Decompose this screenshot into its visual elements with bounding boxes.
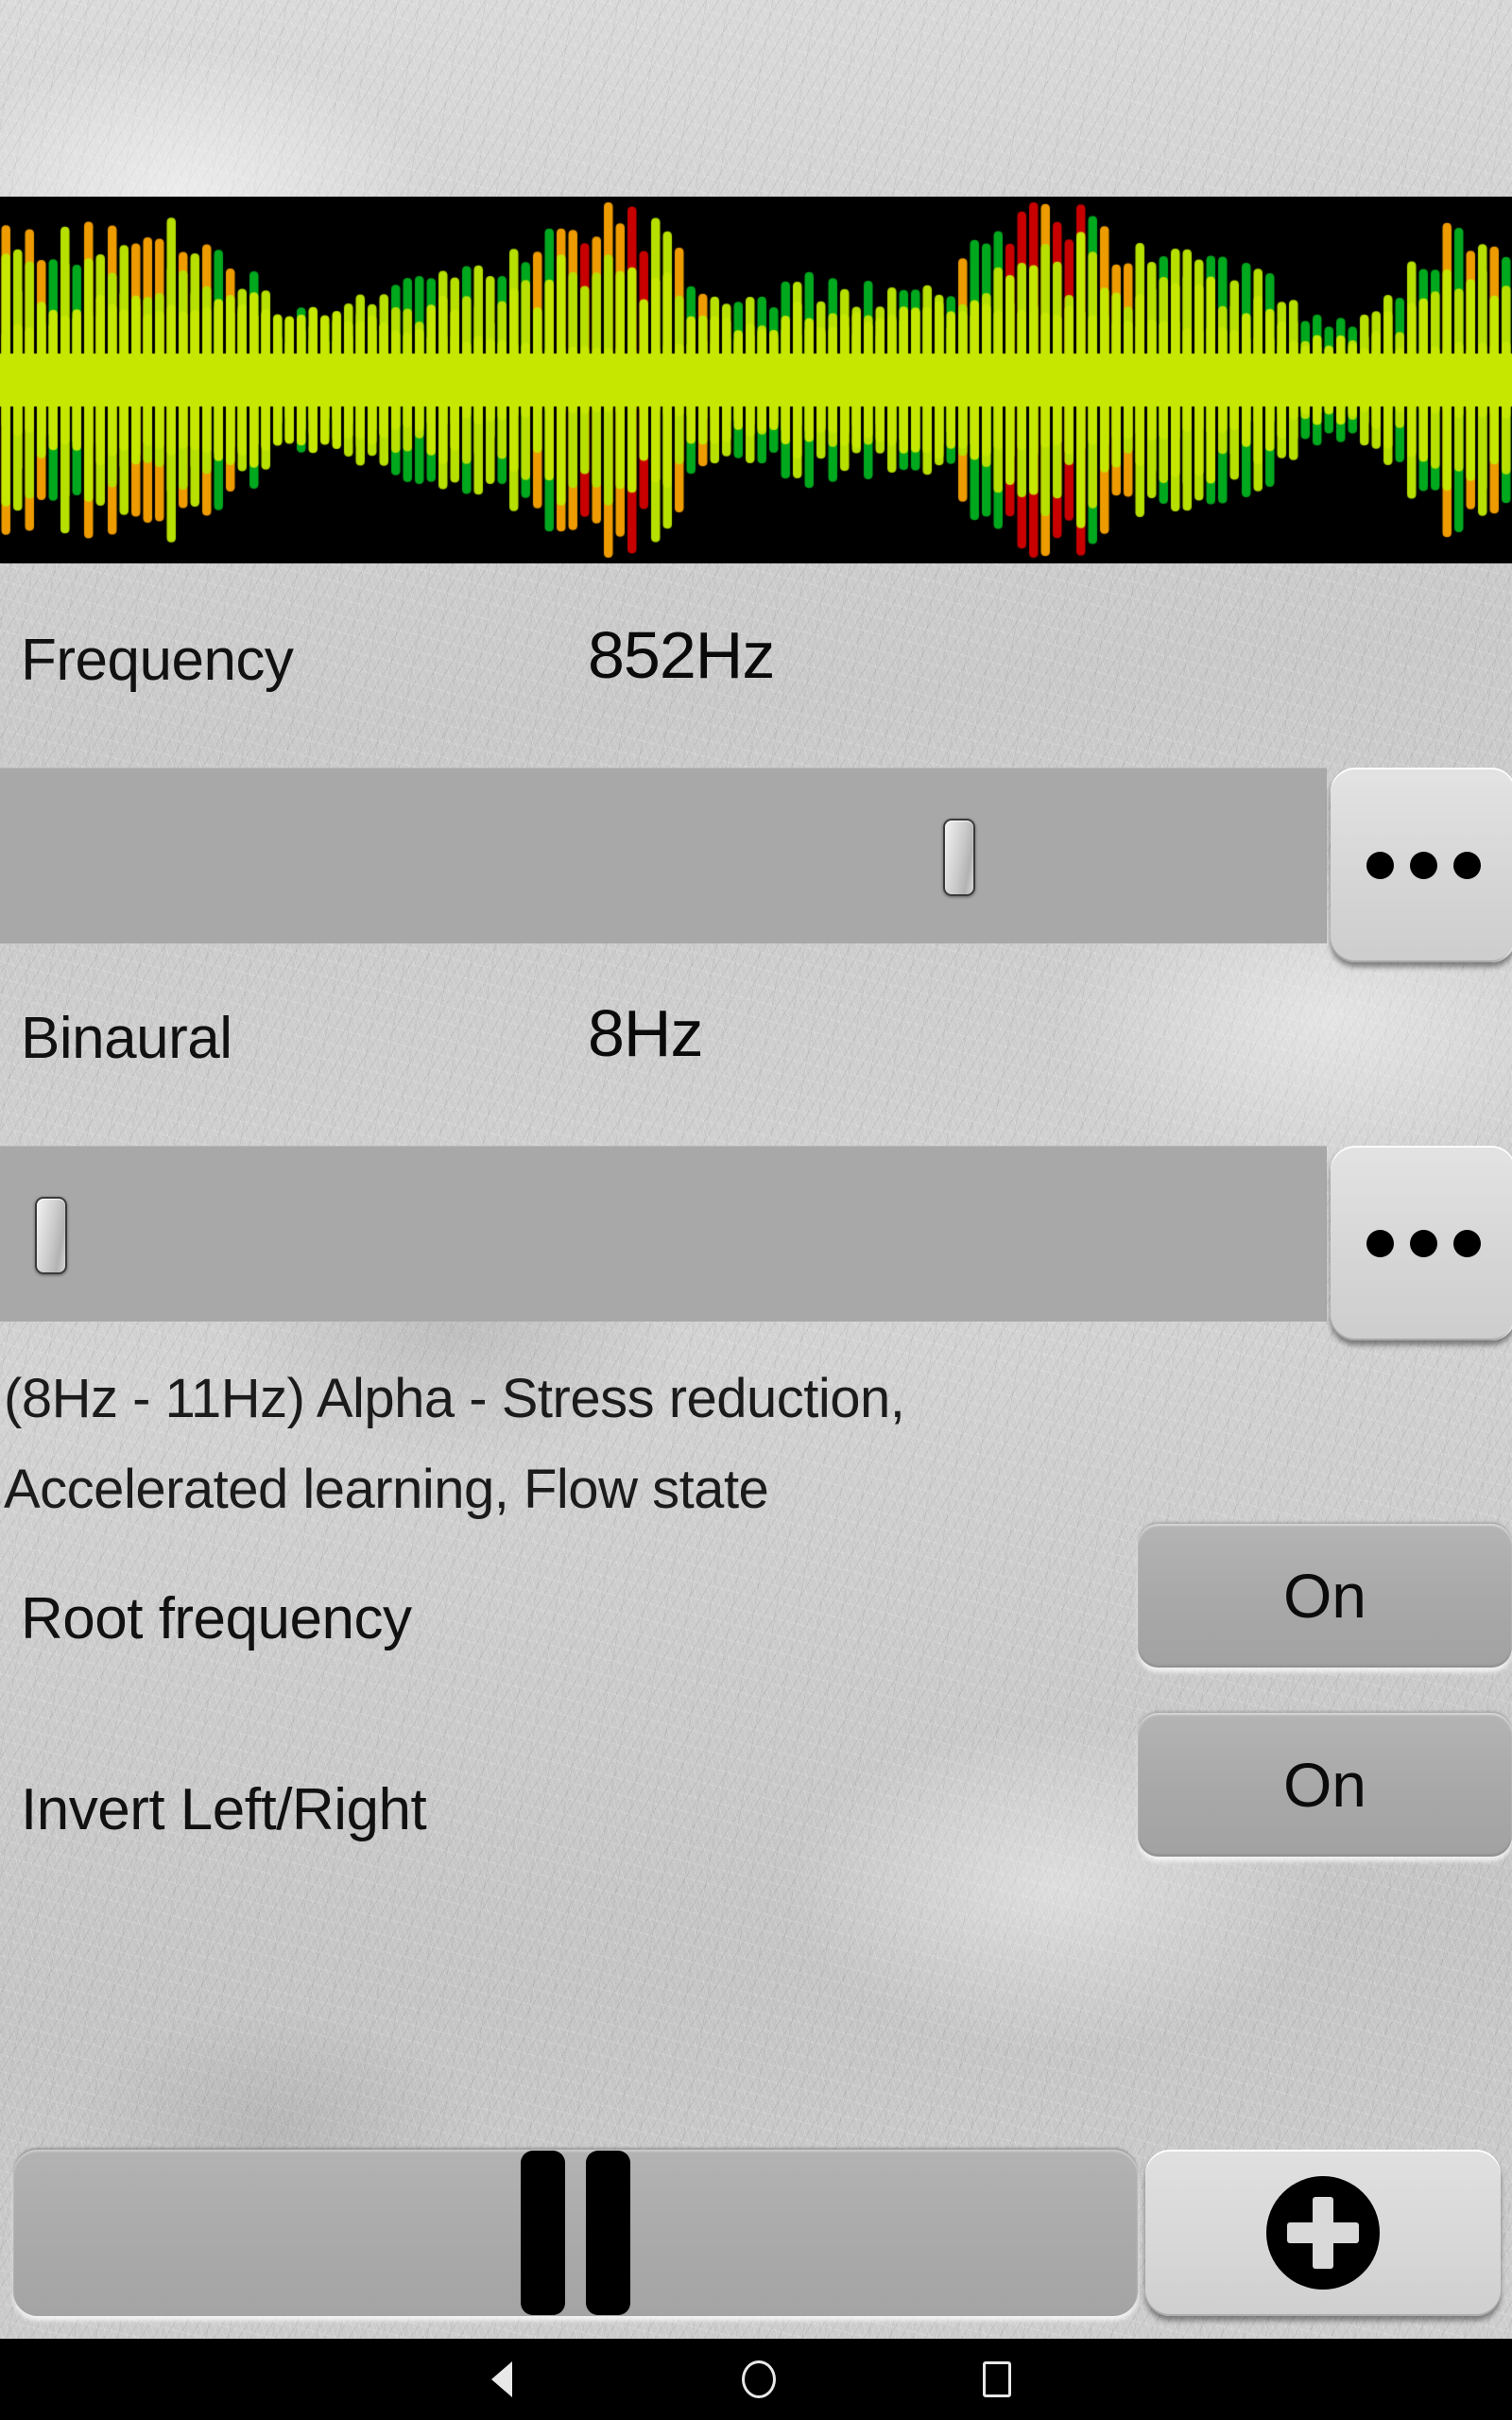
binaural-slider-thumb[interactable] — [35, 1197, 68, 1274]
brainwave-description: (8Hz - 11Hz) Alpha - Stress reduction, A… — [4, 1354, 1355, 1535]
dot-icon — [1452, 1229, 1481, 1257]
invert-left-right-toggle-value: On — [1282, 1750, 1367, 1820]
pause-bar-left — [521, 2151, 565, 2315]
add-button[interactable] — [1145, 2150, 1501, 2316]
nav-home-button[interactable] — [742, 2360, 776, 2398]
invert-left-right-label: Invert Left/Right — [21, 1777, 427, 1842]
app-root: Frequency 852Hz Binaural 8Hz (8Hz - 11Hz… — [0, 0, 1512, 2420]
pause-bar-right — [586, 2151, 630, 2315]
frequency-value: 852Hz — [588, 618, 775, 692]
android-navigation-bar — [0, 2339, 1512, 2420]
dot-icon — [1409, 851, 1437, 879]
plus-circle-icon — [1266, 2176, 1380, 2290]
frequency-slider[interactable] — [0, 768, 1327, 943]
waveform-canvas — [0, 197, 1512, 563]
binaural-more-button[interactable] — [1331, 1146, 1512, 1340]
frequency-slider-row — [0, 768, 1512, 962]
description-line-2: Accelerated learning, Flow state — [4, 1459, 769, 1520]
pause-icon — [521, 2151, 630, 2315]
dot-icon — [1409, 1229, 1437, 1257]
invert-left-right-toggle[interactable]: On — [1138, 1713, 1512, 1857]
root-frequency-toggle[interactable]: On — [1138, 1524, 1512, 1668]
nav-back-button[interactable] — [491, 2361, 512, 2397]
binaural-label: Binaural — [21, 1006, 232, 1071]
home-circle-icon — [742, 2360, 776, 2398]
dot-icon — [1366, 1229, 1394, 1257]
dot-icon — [1366, 851, 1394, 879]
audio-waveform-visualizer — [0, 197, 1512, 563]
binaural-slider[interactable] — [0, 1146, 1327, 1322]
binaural-value: 8Hz — [588, 996, 703, 1070]
frequency-slider-thumb[interactable] — [943, 819, 976, 896]
root-frequency-toggle-value: On — [1282, 1561, 1367, 1631]
frequency-more-button[interactable] — [1331, 768, 1512, 962]
back-triangle-icon — [491, 2361, 512, 2397]
nav-recents-button[interactable] — [983, 2361, 1011, 2397]
dot-icon — [1452, 851, 1481, 879]
recents-square-icon — [983, 2361, 1011, 2397]
binaural-slider-row — [0, 1146, 1512, 1340]
frequency-label: Frequency — [21, 628, 294, 693]
root-frequency-label: Root frequency — [21, 1586, 412, 1651]
description-line-1: (8Hz - 11Hz) Alpha - Stress reduction, — [4, 1368, 905, 1429]
pause-button[interactable] — [13, 2150, 1138, 2316]
